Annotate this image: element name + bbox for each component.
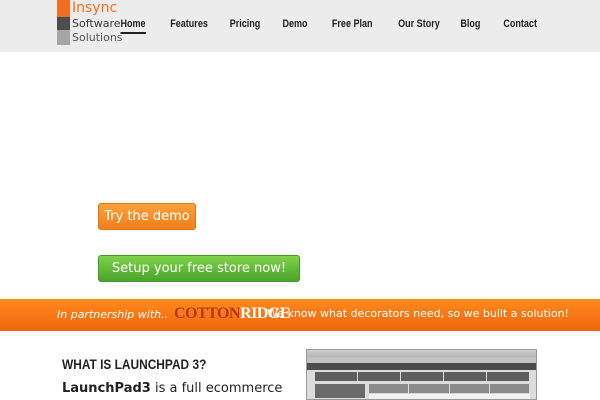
partnership-lead: In partnership with..: [57, 308, 169, 321]
thumb-app-header: [307, 363, 536, 370]
app-screenshot-thumbnail: [306, 349, 537, 400]
product-name: LaunchPad3: [62, 381, 151, 396]
thumb-sidebar: [315, 384, 365, 398]
thumb-content: [369, 394, 530, 399]
thumb-steps: [369, 384, 530, 393]
nav-features[interactable]: Features: [170, 18, 208, 31]
partnership-banner: In partnership with.. COTTONRIDGE We kno…: [0, 299, 600, 331]
section-heading: WHAT IS LAUNCHPAD 3?: [62, 356, 207, 372]
nav-free-plan[interactable]: Free Plan: [332, 18, 373, 31]
intro-text: is a full ecommerce: [150, 381, 283, 396]
logo-square-orange: [57, 0, 70, 17]
nav-demo[interactable]: Demo: [282, 18, 307, 31]
section-intro: LaunchPad3 is a full ecommerce: [62, 381, 282, 396]
logo-text-line1: Insync: [72, 0, 118, 16]
cottonridge-logo-part1: COTTON: [174, 305, 241, 322]
nav-pricing[interactable]: Pricing: [230, 18, 261, 31]
nav-contact[interactable]: Contact: [503, 18, 537, 31]
nav-blog[interactable]: Blog: [460, 18, 480, 31]
try-demo-button[interactable]: Try the demo: [98, 203, 196, 230]
logo-square-dark: [57, 17, 70, 30]
main-nav: Home Features Pricing Demo Free Plan Our…: [99, 18, 537, 34]
thumb-tabs: [315, 372, 530, 381]
site-header: Insync Software Solutions Home Features …: [0, 0, 600, 52]
nav-home[interactable]: Home: [120, 18, 146, 34]
partnership-tagline: We know what decorators need, so we buil…: [267, 307, 569, 320]
setup-store-button[interactable]: Setup your free store now!: [98, 255, 300, 282]
nav-our-story[interactable]: Our Story: [398, 18, 440, 31]
logo-square-gray: [57, 30, 70, 45]
thumb-titlebar: [307, 350, 536, 357]
